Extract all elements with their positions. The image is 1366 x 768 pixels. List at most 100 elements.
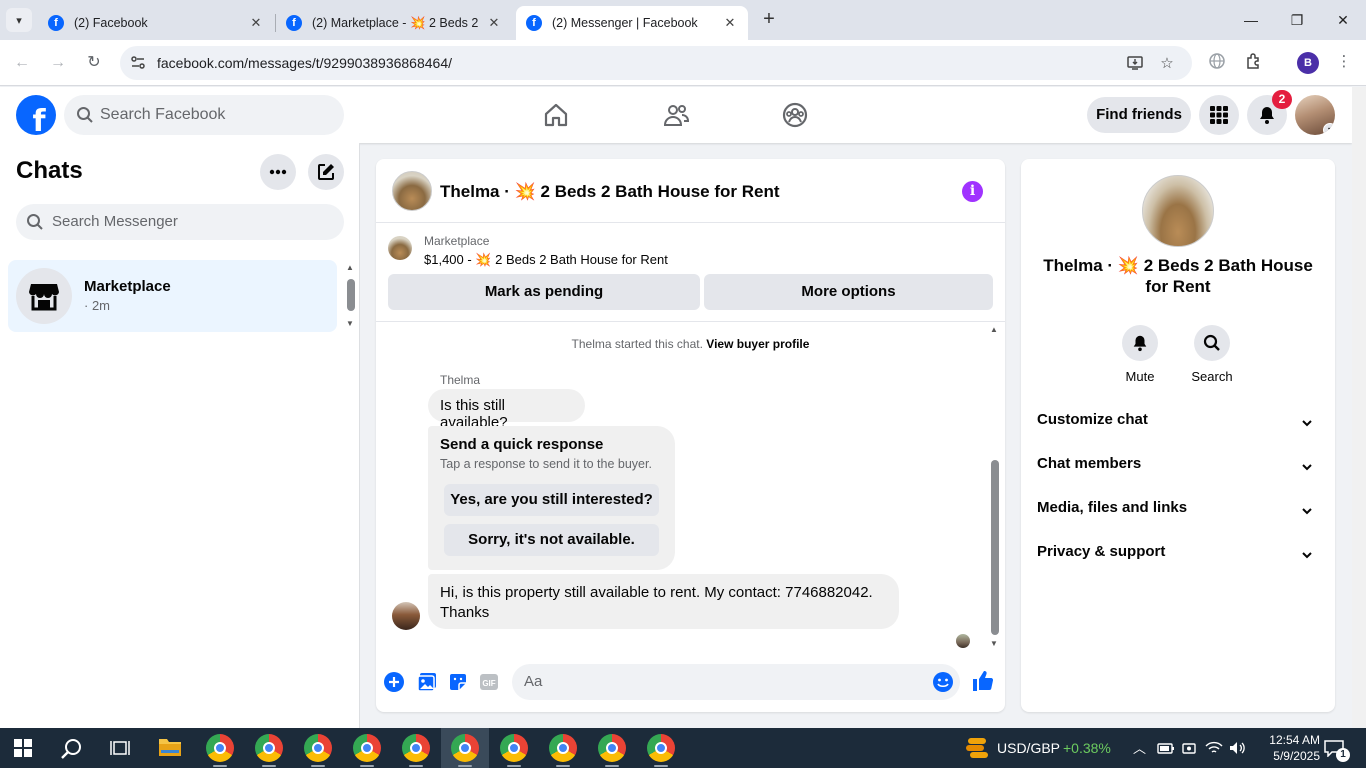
home-icon[interactable]	[542, 101, 570, 129]
chrome-app-icon[interactable]	[353, 734, 381, 762]
message-bubble[interactable]: Is this still available?	[428, 389, 585, 431]
reload-button[interactable]: ↻	[82, 52, 106, 76]
translate-icon[interactable]	[1206, 52, 1228, 74]
search-icon	[77, 107, 93, 123]
messenger-search-input[interactable]: Search Messenger	[16, 204, 344, 240]
scroll-up-icon[interactable]: ▲	[346, 263, 354, 272]
conversation-scrollbar[interactable]: ▲ ▼	[990, 325, 1002, 651]
tab-title: (2) Messenger | Facebook	[552, 16, 698, 30]
sidebar-scrollbar[interactable]: ▲ ▼	[345, 263, 357, 329]
chrome-app-icon[interactable]	[206, 734, 234, 762]
marketplace-label: Marketplace	[424, 234, 490, 248]
thumbs-up-icon[interactable]	[971, 669, 995, 693]
tab-marketplace[interactable]: f (2) Marketplace - 💥 2 Beds 2 B ✕	[276, 6, 512, 40]
emoji-icon[interactable]	[932, 671, 954, 693]
tab-facebook[interactable]: f (2) Facebook ✕	[38, 6, 274, 40]
minimize-button[interactable]: —	[1236, 8, 1266, 32]
more-options-button[interactable]: More options	[704, 274, 993, 310]
browser-menu-icon[interactable]: ⋮	[1333, 52, 1355, 74]
new-message-button[interactable]	[308, 154, 344, 190]
facebook-logo-icon[interactable]: f	[16, 95, 56, 135]
close-icon[interactable]: ✕	[486, 15, 502, 31]
friends-icon[interactable]	[662, 101, 690, 129]
chat-members-section[interactable]: Chat members	[1037, 455, 1319, 483]
wifi-icon[interactable]	[1205, 740, 1223, 756]
browser-profile-avatar[interactable]: B	[1297, 52, 1319, 74]
search-icon[interactable]	[60, 737, 84, 761]
chrome-app-icon[interactable]	[598, 734, 626, 762]
sticker-icon[interactable]	[447, 671, 469, 693]
window-close-button[interactable]: ✕	[1328, 8, 1358, 32]
extensions-icon[interactable]	[1243, 52, 1265, 74]
chevron-down-icon	[1302, 420, 1312, 427]
menu-button[interactable]	[1199, 95, 1239, 135]
info-icon[interactable]: i	[962, 181, 983, 202]
system-clock[interactable]: 12:54 AM 5/9/2025	[1250, 732, 1320, 764]
site-info-icon[interactable]	[130, 55, 146, 71]
media-files-links-section[interactable]: Media, files and links	[1037, 499, 1319, 527]
currency-pair[interactable]: USD/GBP	[997, 740, 1060, 756]
conversation-info-avatar[interactable]	[1142, 175, 1214, 247]
chrome-app-icon[interactable]	[402, 734, 430, 762]
conversation-title[interactable]: Thelma · 💥 2 Beds 2 Bath House for Rent	[440, 182, 780, 202]
battery-icon[interactable]	[1157, 741, 1175, 755]
scrollbar-thumb[interactable]	[347, 279, 355, 311]
view-buyer-profile-link[interactable]: View buyer profile	[706, 337, 809, 351]
scroll-up-icon[interactable]: ▲	[990, 325, 998, 334]
message-input[interactable]: Aa	[512, 664, 960, 700]
bookmark-star-icon[interactable]: ☆	[1158, 54, 1176, 72]
mute-button[interactable]: Mute	[1110, 325, 1170, 384]
plus-circle-icon[interactable]	[383, 671, 405, 693]
windows-taskbar: USD/GBP +0.38% ︿ 12:54 AM 5/9/2025 1	[0, 728, 1366, 768]
new-tab-button[interactable]: +	[758, 8, 780, 32]
currency-widget-icon[interactable]	[964, 736, 990, 760]
chrome-app-icon[interactable]	[304, 734, 332, 762]
forward-button[interactable]: →	[46, 52, 70, 76]
chrome-app-icon[interactable]	[255, 734, 283, 762]
quick-response-yes-button[interactable]: Yes, are you still interested?	[444, 484, 659, 516]
chevron-up-icon[interactable]: ︿	[1133, 738, 1146, 757]
address-bar[interactable]: facebook.com/messages/t/9299038936868464…	[120, 46, 1192, 80]
customize-chat-section[interactable]: Customize chat	[1037, 411, 1319, 439]
listing-thumbnail[interactable]	[388, 236, 412, 260]
privacy-support-section[interactable]: Privacy & support	[1037, 543, 1319, 571]
tab-title: (2) Facebook	[74, 16, 148, 30]
search-conversation-button[interactable]: Search	[1182, 325, 1242, 384]
mark-as-pending-button[interactable]: Mark as pending	[388, 274, 700, 310]
restore-button[interactable]: ❐	[1282, 8, 1312, 32]
close-icon[interactable]: ✕	[248, 15, 264, 31]
sender-avatar[interactable]	[392, 602, 420, 630]
facebook-search-input[interactable]: Search Facebook	[64, 95, 344, 135]
listing-title[interactable]: $1,400 - 💥 2 Beds 2 Bath House for Rent	[424, 252, 668, 268]
chrome-app-icon[interactable]	[647, 734, 675, 762]
chrome-app-icon[interactable]	[549, 734, 577, 762]
windows-start-icon[interactable]	[14, 739, 32, 757]
chat-list-item[interactable]: Marketplace · 2m	[8, 260, 337, 332]
meet-now-icon[interactable]	[1181, 740, 1197, 756]
task-view-icon[interactable]	[110, 739, 130, 757]
tab-search-button[interactable]: ▾	[6, 8, 32, 32]
account-avatar[interactable]: ▾	[1295, 95, 1335, 135]
message-bubble[interactable]: Hi, is this property still available to …	[428, 574, 899, 629]
back-button[interactable]: ←	[10, 52, 34, 76]
tab-messenger[interactable]: f (2) Messenger | Facebook ✕	[516, 6, 748, 40]
page-scrollbar[interactable]	[1352, 87, 1366, 728]
scroll-down-icon[interactable]: ▼	[990, 639, 998, 648]
chrome-app-icon[interactable]	[500, 734, 528, 762]
chat-options-button[interactable]	[260, 154, 296, 190]
file-explorer-icon[interactable]	[158, 736, 182, 758]
groups-icon[interactable]	[781, 101, 809, 129]
scrollbar-thumb[interactable]	[991, 460, 999, 635]
gif-icon[interactable]: GIF	[478, 671, 500, 693]
scroll-down-icon[interactable]: ▼	[346, 319, 354, 328]
browser-toolbar: ← → ↻ facebook.com/messages/t/9299038936…	[0, 40, 1366, 86]
quick-response-no-button[interactable]: Sorry, it's not available.	[444, 524, 659, 556]
conversation-avatar[interactable]	[392, 171, 432, 211]
volume-icon[interactable]	[1228, 740, 1246, 756]
facebook-header: f Search Facebook Find friends 2 ▾	[0, 87, 1352, 143]
photo-icon[interactable]	[416, 671, 438, 693]
close-icon[interactable]: ✕	[722, 15, 738, 31]
find-friends-button[interactable]: Find friends	[1087, 97, 1191, 133]
chrome-app-icon[interactable]	[451, 734, 479, 762]
install-app-icon[interactable]	[1126, 54, 1144, 72]
